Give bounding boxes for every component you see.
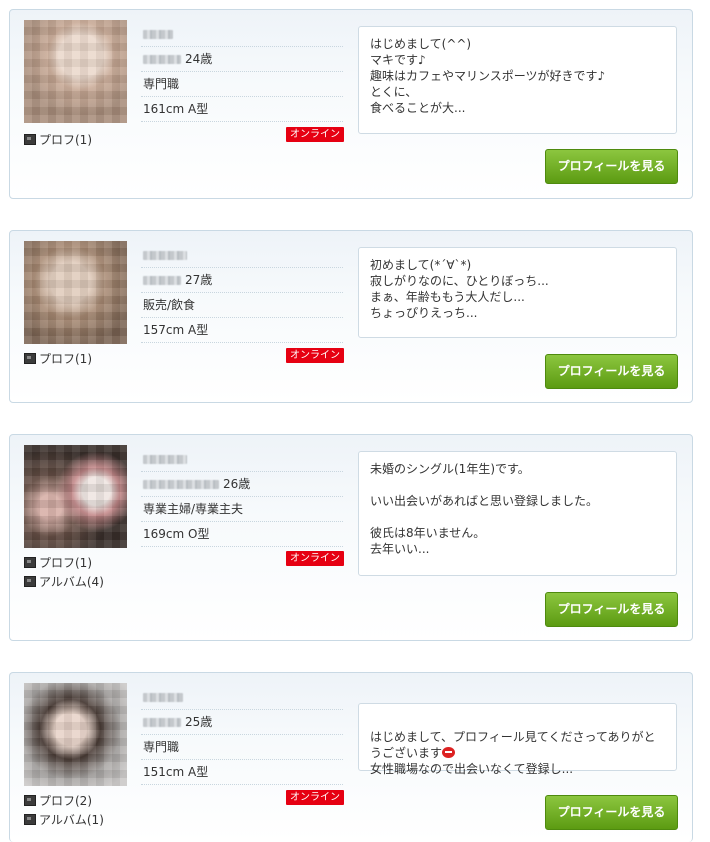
view-profile-button[interactable]: プロフィールを見る — [545, 592, 678, 627]
profile-link[interactable]: プロフ(2) — [24, 791, 104, 810]
message-box: 未婚のシングル(1年生)です。 いい出会いがあればと思い登録しました。 彼氏は8… — [358, 451, 677, 576]
nickname — [141, 685, 343, 710]
message-text: はじめまして、プロフィール見てくださってありがと うございます — [370, 730, 656, 760]
profile-card: プロフ(1) アルバム(4) 26歳 専業主婦/専業主夫 169cm O型 オン… — [9, 434, 693, 641]
photo-icon — [24, 814, 36, 825]
profile-card: プロフ(1) 27歳 販売/飲食 157cm A型 オンライン 初めまして(*´… — [9, 230, 693, 403]
profile-photo[interactable] — [24, 241, 127, 344]
profile-photo[interactable] — [24, 20, 127, 123]
message-box: 初めまして(*´∀`*) 寂しがりなのに、ひとりぼっち... まぁ、年齢ももう大… — [358, 247, 677, 338]
profile-link[interactable]: プロフ(1) — [24, 553, 104, 572]
nickname — [141, 243, 343, 268]
photo-icon — [24, 353, 36, 364]
photo-icon — [24, 134, 36, 145]
online-badge: オンライン — [286, 348, 344, 363]
area-age: 24歳 — [141, 47, 343, 72]
profile-card: プロフ(2) アルバム(1) 25歳 専門職 151cm A型 オンライン はじ… — [9, 672, 693, 842]
online-badge: オンライン — [286, 790, 344, 805]
area-age: 27歳 — [141, 268, 343, 293]
photo-icon — [24, 557, 36, 568]
occupation: 販売/飲食 — [141, 293, 343, 318]
nickname — [141, 22, 343, 47]
area-age: 26歳 — [141, 472, 343, 497]
profile-link[interactable]: プロフ(1) — [24, 130, 92, 149]
occupation: 専門職 — [141, 72, 343, 97]
photo-icon — [24, 795, 36, 806]
emoji-icon — [442, 747, 456, 758]
message-box: はじめまして(^^) マキです♪ 趣味はカフェやマリンスポーツが好きです♪ とく… — [358, 26, 677, 134]
profile-photo[interactable] — [24, 683, 127, 786]
photo-icon — [24, 576, 36, 587]
occupation: 専業主婦/専業主夫 — [141, 497, 343, 522]
album-link[interactable]: アルバム(4) — [24, 572, 104, 591]
profile-card: プロフ(1) 24歳 専門職 161cm A型 オンライン はじめまして(^^)… — [9, 9, 693, 199]
height-blood: 151cm A型 — [141, 760, 343, 785]
message-text-continued: 女性職場なので出会いなくて登録し... — [370, 762, 574, 776]
view-profile-button[interactable]: プロフィールを見る — [545, 354, 678, 389]
profile-link[interactable]: プロフ(1) — [24, 349, 92, 368]
view-profile-button[interactable]: プロフィールを見る — [545, 795, 678, 830]
occupation: 専門職 — [141, 735, 343, 760]
online-badge: オンライン — [286, 127, 344, 142]
profile-photo[interactable] — [24, 445, 127, 548]
album-link[interactable]: アルバム(1) — [24, 810, 104, 829]
height-blood: 161cm A型 — [141, 97, 343, 122]
nickname — [141, 447, 343, 472]
height-blood: 157cm A型 — [141, 318, 343, 343]
view-profile-button[interactable]: プロフィールを見る — [545, 149, 678, 184]
online-badge: オンライン — [286, 551, 344, 566]
area-age: 25歳 — [141, 710, 343, 735]
height-blood: 169cm O型 — [141, 522, 343, 547]
message-box: はじめまして、プロフィール見てくださってありがと うございます 女性職場なので出… — [358, 703, 677, 776]
